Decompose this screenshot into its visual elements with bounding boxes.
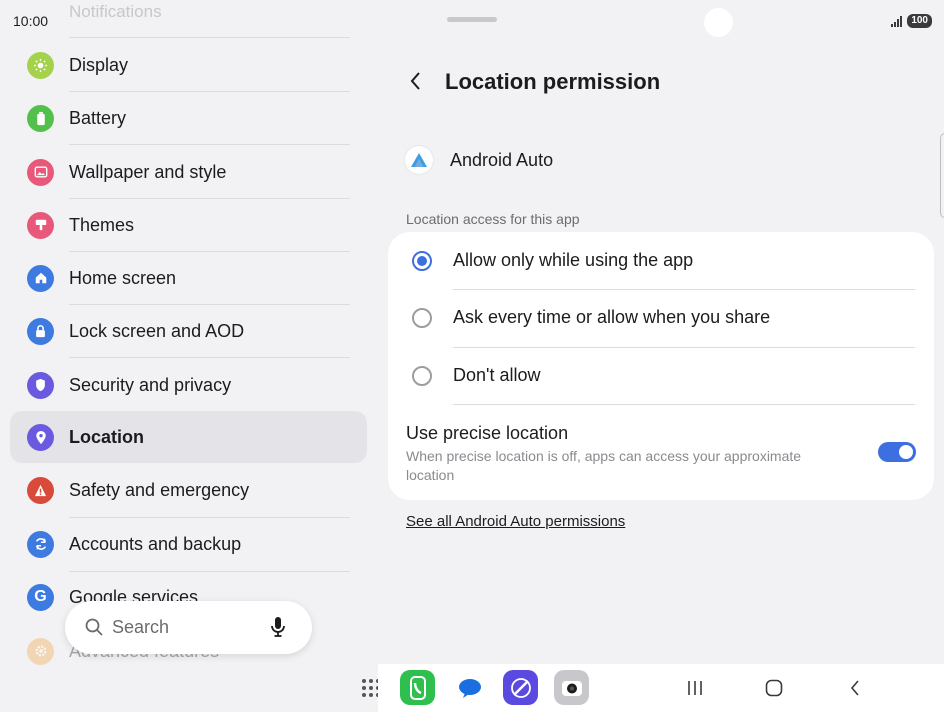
settings-item-label: Display: [69, 54, 129, 75]
settings-item-safety[interactable]: Safety and emergency: [10, 464, 367, 516]
divider: [453, 404, 915, 405]
browser-app-icon[interactable]: [503, 670, 538, 705]
precise-location-title[interactable]: Use precise location: [406, 423, 568, 444]
brush-icon: [27, 211, 54, 239]
settings-item-label: Accounts and backup: [69, 533, 242, 554]
home-button[interactable]: [761, 675, 787, 701]
search-icon: [84, 617, 104, 642]
back-chevron-icon: [850, 680, 859, 696]
option-ask-every-time[interactable]: Ask every time or allow when you share: [388, 289, 934, 346]
home-icon: [27, 264, 54, 292]
messages-app-icon[interactable]: [452, 670, 487, 705]
sun-icon: [27, 51, 54, 79]
microphone-icon[interactable]: [270, 616, 286, 643]
settings-item-label: Security and privacy: [69, 374, 232, 395]
alert-icon: [27, 476, 54, 504]
recents-button[interactable]: [682, 675, 708, 701]
wallpaper-icon: [27, 158, 54, 186]
battery-indicator: 100: [907, 14, 932, 28]
shield-icon: [27, 371, 54, 399]
radio-unselected[interactable]: [412, 365, 432, 386]
settings-item-security[interactable]: Security and privacy: [10, 359, 367, 411]
option-label: Allow only while using the app: [453, 250, 694, 270]
divider: [69, 357, 350, 358]
option-label: Ask every time or allow when you share: [453, 307, 771, 327]
section-label: Location access for this app: [406, 211, 580, 227]
precise-location-subtitle: When precise location is off, apps can a…: [406, 448, 802, 483]
precise-location-toggle[interactable]: [878, 442, 916, 462]
radio-unselected[interactable]: [412, 307, 432, 328]
settings-item-display[interactable]: Display: [10, 39, 367, 91]
camera-cutout: [704, 8, 733, 37]
radio-selected[interactable]: [412, 250, 432, 271]
app-header: Android Auto: [405, 145, 553, 175]
option-allow-while-using[interactable]: Allow only while using the app: [388, 232, 934, 289]
status-indicators: 100: [891, 14, 932, 28]
settings-item-label: Lock screen and AOD: [69, 320, 245, 341]
recents-icon: [688, 681, 702, 695]
settings-item-themes[interactable]: Themes: [10, 199, 367, 251]
chevron-left-icon: [410, 72, 420, 90]
camera-app-icon[interactable]: [554, 670, 589, 705]
google-icon: G: [27, 583, 54, 611]
see-all-permissions-link[interactable]: See all Android Auto permissions: [406, 513, 625, 530]
edge-panel-handle[interactable]: [940, 133, 944, 218]
settings-item-label: Home screen: [69, 267, 177, 288]
settings-item-label: Safety and emergency: [69, 479, 250, 500]
home-circle-icon: [765, 679, 783, 697]
settings-item-label: Battery: [69, 107, 127, 128]
sync-icon: [27, 530, 54, 558]
permission-card: Allow only while using the app Ask every…: [388, 232, 934, 500]
battery-icon: [27, 104, 54, 132]
signal-icon: [891, 15, 903, 27]
nav-back-button[interactable]: [842, 675, 868, 701]
phone-app-icon[interactable]: [400, 670, 435, 705]
option-label: Don't allow: [453, 365, 541, 385]
settings-item-home-screen[interactable]: Home screen: [10, 252, 367, 304]
search-placeholder: Search: [112, 617, 170, 637]
settings-item-label: Location: [69, 426, 144, 447]
settings-item-notifications[interactable]: Notifications: [69, 2, 162, 22]
android-auto-icon: [405, 146, 433, 174]
gear-icon: [27, 637, 54, 665]
settings-item-label: Wallpaper and style: [69, 161, 227, 182]
option-dont-allow[interactable]: Don't allow: [388, 347, 934, 404]
settings-item-accounts[interactable]: Accounts and backup: [10, 518, 367, 570]
divider: [69, 37, 350, 38]
location-pin-icon: [27, 423, 54, 451]
settings-item-wallpaper[interactable]: Wallpaper and style: [10, 146, 367, 198]
settings-item-battery[interactable]: Battery: [10, 92, 367, 144]
settings-item-lock-screen[interactable]: Lock screen and AOD: [10, 305, 367, 357]
settings-item-label: Themes: [69, 214, 135, 235]
lock-icon: [27, 317, 54, 345]
settings-item-location[interactable]: Location: [10, 411, 367, 463]
search-bar[interactable]: Search: [65, 601, 312, 654]
back-button[interactable]: [401, 66, 431, 96]
window-drag-handle[interactable]: [447, 17, 497, 22]
divider: [69, 144, 350, 145]
app-name: Android Auto: [450, 149, 554, 170]
page-title: Location permission: [445, 69, 661, 94]
settings-list: Notifications Display Battery Wallpaper …: [0, 0, 378, 712]
